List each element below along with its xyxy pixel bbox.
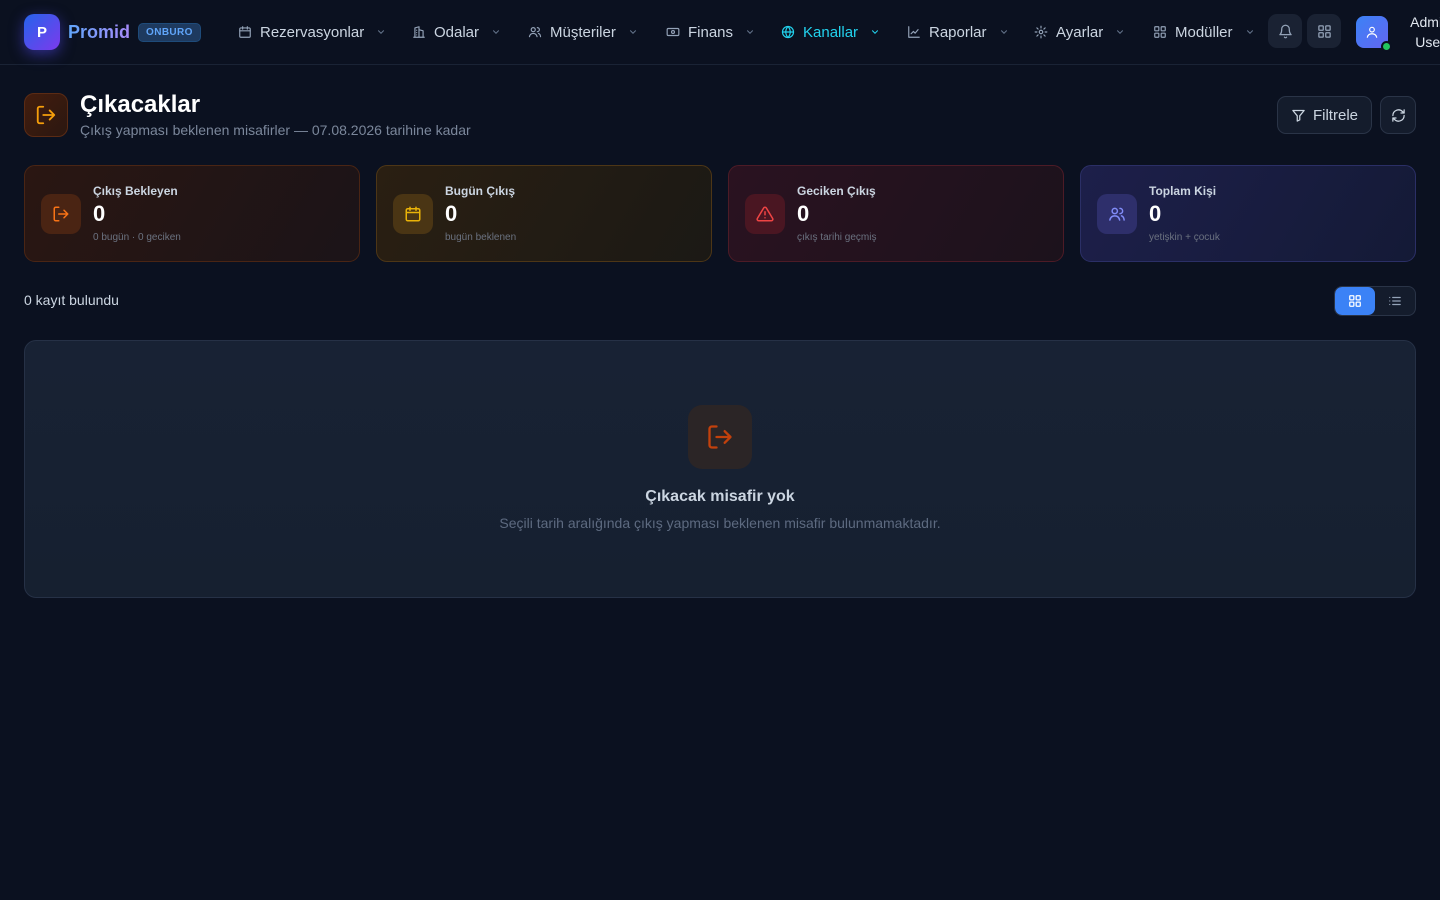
stat-card-overdue-checkout: Geciken Çıkış 0 çıkış tarihi geçmiş	[728, 165, 1064, 262]
logout-icon	[53, 206, 69, 222]
refresh-icon	[1391, 108, 1405, 122]
nav-item-moduller[interactable]: Modüller	[1153, 0, 1255, 64]
stat-value: 0	[1149, 201, 1162, 226]
empty-state-icon	[688, 405, 752, 469]
nav-item-raporlar[interactable]: Raporlar	[907, 0, 1009, 64]
nav-item-label: Modüller	[1175, 23, 1233, 41]
stat-subtext: bugün beklenen	[445, 232, 517, 243]
nav-item-ayarlar[interactable]: Ayarlar	[1034, 0, 1125, 64]
calendar-icon	[405, 206, 421, 222]
stat-label: Toplam Kişi	[1149, 184, 1217, 198]
empty-state-description: Seçili tarih aralığında çıkış yapması be…	[499, 515, 941, 531]
gear-icon	[1034, 25, 1048, 39]
nav-item-label: Raporlar	[929, 23, 987, 41]
stat-label: Geciken Çıkış	[797, 184, 876, 198]
users-icon	[1109, 207, 1125, 221]
nav-item-label: Kanallar	[803, 23, 859, 41]
nav-item-label: Müşteriler	[550, 23, 616, 41]
page-title: Çıkacaklar	[80, 91, 201, 118]
stat-icon	[745, 194, 785, 234]
brand-badge: ONBURO	[138, 22, 201, 42]
stat-icon	[41, 194, 81, 234]
view-mode-toggle	[1334, 286, 1416, 316]
refresh-button[interactable]	[1380, 96, 1416, 134]
warning-icon	[756, 206, 774, 222]
online-status-dot	[1381, 41, 1392, 52]
users-icon	[528, 27, 542, 38]
stat-value: 0	[797, 201, 810, 226]
user-icon	[1366, 26, 1378, 38]
globe-icon	[781, 25, 795, 39]
nav-item-odalar[interactable]: Odalar	[412, 0, 501, 64]
chevron-down-icon	[872, 30, 879, 34]
nav-item-label: Rezervasyonlar	[260, 23, 365, 41]
stat-subtext: 0 bugün · 0 geciken	[93, 232, 181, 243]
nav-item-label: Ayarlar	[1056, 23, 1104, 41]
filter-button-label: Filtrele	[1312, 106, 1358, 124]
logout-icon	[708, 425, 732, 449]
bell-icon	[1278, 24, 1292, 38]
nav-item-kanallar[interactable]: Kanallar	[781, 0, 880, 64]
brand-name: Promid	[68, 21, 131, 42]
grid-icon	[1317, 24, 1331, 38]
chart-icon	[908, 26, 920, 38]
page-subtitle: Çıkış yapması beklenen misafirler — 07.0…	[80, 122, 471, 138]
stat-value: 0	[445, 201, 458, 226]
calendar-icon	[239, 26, 251, 38]
page-icon	[24, 93, 68, 137]
brand-logo: P	[24, 14, 60, 50]
avatar[interactable]	[1356, 16, 1392, 52]
stat-label: Bugün Çıkış	[445, 184, 516, 198]
nav-item-label: Odalar	[434, 23, 480, 41]
chevron-down-icon	[1000, 30, 1007, 34]
stat-icon	[1097, 194, 1137, 234]
chevron-down-icon	[378, 30, 385, 34]
apps-button[interactable]	[1307, 14, 1341, 48]
grid-icon	[1349, 295, 1361, 307]
nav-item-musteriler[interactable]: Müşteriler	[528, 0, 638, 64]
chevron-down-icon	[493, 30, 500, 34]
building-icon	[413, 26, 425, 38]
stat-icon	[393, 194, 433, 234]
stat-card-today-checkout: Bugün Çıkış 0 bugün beklenen	[376, 165, 712, 262]
logout-icon	[36, 105, 56, 125]
empty-state-panel: Çıkacak misafir yok Seçili tarih aralığı…	[24, 340, 1416, 598]
filter-icon	[1292, 109, 1305, 122]
grid-view-button[interactable]	[1335, 287, 1375, 315]
brand[interactable]: P Promid ONBURO	[24, 14, 201, 50]
stat-card-pending-checkout: Çıkış Bekleyen 0 0 bugün · 0 geciken	[24, 165, 360, 262]
stat-value: 0	[93, 201, 106, 226]
chevron-down-icon	[747, 30, 754, 34]
empty-state-title: Çıkacak misafir yok	[645, 488, 795, 505]
stat-subtext: yetişkin + çocuk	[1149, 232, 1220, 243]
stat-subtext: çıkış tarihi geçmiş	[797, 232, 877, 243]
top-navigation-bar: P Promid ONBURO Rezervasyonlar Odalar Mü…	[0, 0, 1440, 65]
chevron-down-icon	[1246, 30, 1253, 34]
filter-button[interactable]: Filtrele	[1277, 96, 1372, 134]
chevron-down-icon	[629, 30, 636, 34]
nav-item-label: Finans	[688, 23, 734, 41]
stat-label: Çıkış Bekleyen	[93, 184, 178, 198]
nav-item-rezervasyonlar[interactable]: Rezervasyonlar	[238, 0, 386, 64]
list-view-button[interactable]	[1375, 287, 1415, 315]
user-name[interactable]: Admin User	[1400, 12, 1440, 52]
grid-icon	[1154, 26, 1166, 38]
banknote-icon	[666, 27, 680, 37]
nav-item-finans[interactable]: Finans	[666, 0, 755, 64]
list-icon	[1389, 296, 1401, 306]
record-count: 0 kayıt bulundu	[24, 292, 119, 308]
notifications-button[interactable]	[1268, 14, 1302, 48]
chevron-down-icon	[1117, 30, 1124, 34]
stat-card-total-guests: Toplam Kişi 0 yetişkin + çocuk	[1080, 165, 1416, 262]
